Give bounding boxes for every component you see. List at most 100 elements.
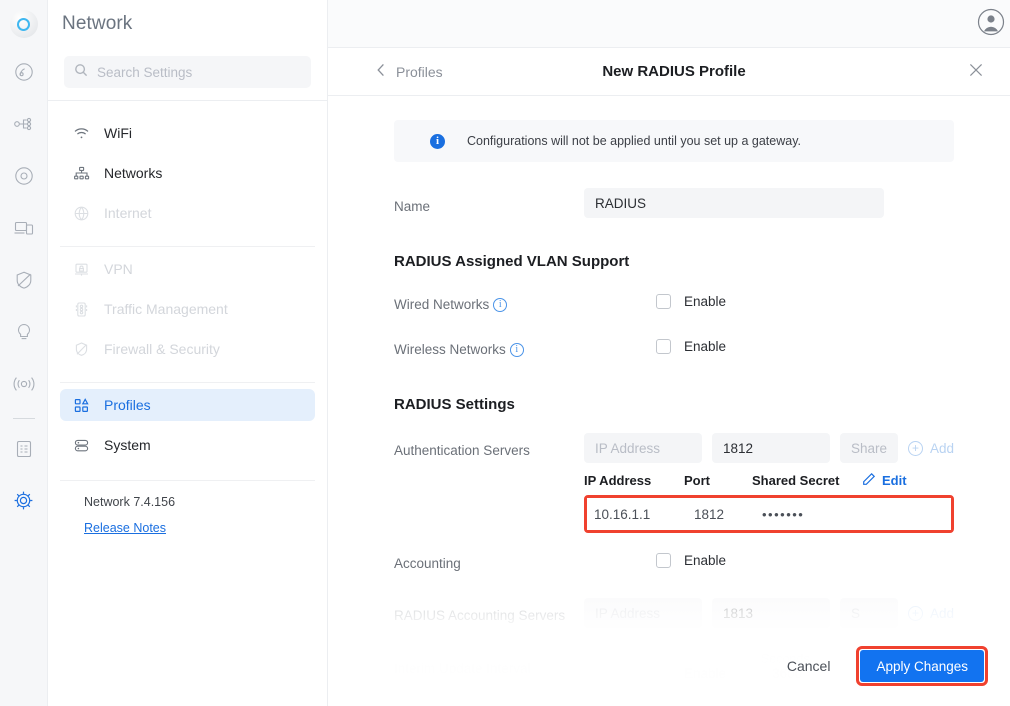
info-icon[interactable]: i xyxy=(509,343,524,358)
cell-port: 1812 xyxy=(694,506,725,522)
rail-item-security[interactable] xyxy=(0,256,48,308)
checkbox-label: Enable xyxy=(684,553,727,568)
sidebar-item-vpn[interactable]: VPN xyxy=(60,253,315,285)
back-link-label: Profiles xyxy=(396,63,443,80)
nav-group-2: VPN Traffic Management Firewall & Securi… xyxy=(60,246,315,382)
logs-clipboard-icon xyxy=(13,438,35,465)
wireless-networks-enable-toggle[interactable]: Enable xyxy=(584,335,954,354)
close-icon xyxy=(968,62,984,83)
pencil-icon xyxy=(862,472,876,489)
info-icon[interactable]: i xyxy=(493,298,508,313)
form-container: i Configurations will not be applied unt… xyxy=(328,96,1010,688)
auth-ip-input[interactable]: IP Address xyxy=(584,433,702,463)
app-rail xyxy=(0,0,48,706)
accounting-label: Accounting xyxy=(394,556,461,571)
add-button-label: Add xyxy=(930,605,955,621)
auth-servers-label: Authentication Servers xyxy=(394,443,530,458)
rail-item-client-devices[interactable] xyxy=(0,204,48,256)
auth-secret-input[interactable]: Share xyxy=(840,433,898,463)
info-banner: i Configurations will not be applied unt… xyxy=(394,120,955,162)
cancel-button[interactable]: Cancel xyxy=(787,658,831,674)
name-input[interactable]: RADIUS xyxy=(584,188,884,218)
sidebar-item-label: Traffic Management xyxy=(104,301,228,317)
logo-disc xyxy=(9,10,38,38)
sidebar-item-internet[interactable]: Internet xyxy=(60,197,315,229)
apply-changes-highlight: Apply Changes xyxy=(856,646,989,686)
sidebar-item-wifi[interactable]: WiFi xyxy=(60,117,315,149)
search-container: Search Settings xyxy=(48,48,327,100)
rail-item-logs[interactable] xyxy=(0,425,48,477)
accounting-server-entry-fields: IP Address 1813 S + Add xyxy=(584,598,954,628)
sidebar-item-label: Firewall & Security xyxy=(104,341,220,357)
back-to-profiles-button[interactable]: Profiles xyxy=(376,63,443,80)
table-row[interactable]: 10.16.1.1 1812 ••••••• xyxy=(587,498,952,530)
auth-servers-table-highlight: 10.16.1.1 1812 ••••••• xyxy=(584,495,955,533)
rail-item-unifi-devices[interactable] xyxy=(0,152,48,204)
insights-bulb-icon xyxy=(13,321,35,348)
sidebar-item-profiles[interactable]: Profiles xyxy=(60,389,315,421)
modal-body: i Configurations will not be applied unt… xyxy=(328,96,1010,706)
shield-icon xyxy=(72,341,90,358)
sidebar-item-label: Networks xyxy=(104,165,163,181)
auth-servers-row: Authentication Servers IP Address 1812 S… xyxy=(394,433,955,533)
column-header-shared-secret: Shared Secret xyxy=(752,473,840,488)
cell-ip: 10.16.1.1 xyxy=(594,506,651,522)
column-header-port: Port xyxy=(684,473,710,488)
top-bar xyxy=(328,0,1010,48)
wireless-networks-row: Wireless Networks i Enable xyxy=(394,335,954,362)
avatar[interactable] xyxy=(976,0,1006,48)
sidebar-item-networks[interactable]: Networks xyxy=(60,157,315,189)
wireless-signal-icon xyxy=(11,373,37,400)
plus-circle-icon: + xyxy=(908,440,923,456)
close-button[interactable] xyxy=(968,48,984,96)
sidebar-item-traffic-management[interactable]: Traffic Management xyxy=(60,293,315,325)
name-row: Name RADIUS xyxy=(394,188,954,219)
edit-button[interactable]: Edit xyxy=(862,472,907,489)
checkbox-label: Enable xyxy=(684,339,727,354)
main-panel: Profiles New RADIUS Profile i Configurat… xyxy=(328,0,1010,706)
checkbox[interactable] xyxy=(656,553,671,568)
accounting-secret-input: S xyxy=(840,598,898,628)
add-auth-server-button[interactable]: + Add xyxy=(908,440,954,456)
nav-group-3: Profiles System xyxy=(60,382,315,478)
accounting-enable-toggle[interactable]: Enable xyxy=(584,549,954,568)
accounting-port-input: 1813 xyxy=(712,598,830,628)
unifi-logo-icon[interactable] xyxy=(0,0,48,48)
edit-label: Edit xyxy=(882,473,907,488)
radius-section-title: RADIUS Settings xyxy=(394,396,515,413)
wired-networks-enable-toggle[interactable]: Enable xyxy=(584,290,954,309)
wireless-networks-label: Wireless Networks xyxy=(394,342,506,357)
rail-item-topology[interactable] xyxy=(0,100,48,152)
rail-item-insights[interactable] xyxy=(0,308,48,360)
shield-icon xyxy=(13,269,35,296)
gauge-icon xyxy=(13,61,35,88)
profiles-icon xyxy=(72,397,90,414)
rail-item-dashboard[interactable] xyxy=(0,48,48,100)
add-accounting-server-button: + Add xyxy=(908,605,955,621)
checkbox-label: Enable xyxy=(684,294,727,309)
nav-group-1: WiFi Networks Internet xyxy=(60,111,315,246)
checkbox[interactable] xyxy=(656,294,671,309)
accounting-ip-input: IP Address xyxy=(584,598,702,628)
rail-item-settings[interactable] xyxy=(0,477,48,529)
globe-icon xyxy=(72,205,90,222)
accounting-servers-label: RADIUS Accounting Servers xyxy=(394,608,566,623)
accounting-servers-row: RADIUS Accounting Servers IP Address 181… xyxy=(394,598,954,628)
gear-icon xyxy=(12,489,35,517)
auth-port-input[interactable]: 1812 xyxy=(712,433,830,463)
accounting-row: Accounting Enable xyxy=(394,549,954,576)
checkbox[interactable] xyxy=(656,339,671,354)
search-input[interactable]: Search Settings xyxy=(64,56,311,88)
sidebar-item-firewall-security[interactable]: Firewall & Security xyxy=(60,333,315,365)
wired-networks-row: Wired Networks i Enable xyxy=(394,290,954,317)
apply-changes-button[interactable]: Apply Changes xyxy=(860,650,985,682)
version-text: Network 7.4.156 xyxy=(84,495,176,509)
release-notes-link[interactable]: Release Notes xyxy=(84,521,166,535)
rail-item-wireless[interactable] xyxy=(0,360,48,412)
sidebar-item-system[interactable]: System xyxy=(60,429,315,461)
sidebar-item-label: Internet xyxy=(104,205,152,221)
sidebar-item-label: WiFi xyxy=(104,125,132,141)
app-root: Network Search Settings WiFi Networks In… xyxy=(0,0,1010,706)
cell-shared-secret: ••••••• xyxy=(762,506,805,522)
search-placeholder: Search Settings xyxy=(97,64,193,80)
